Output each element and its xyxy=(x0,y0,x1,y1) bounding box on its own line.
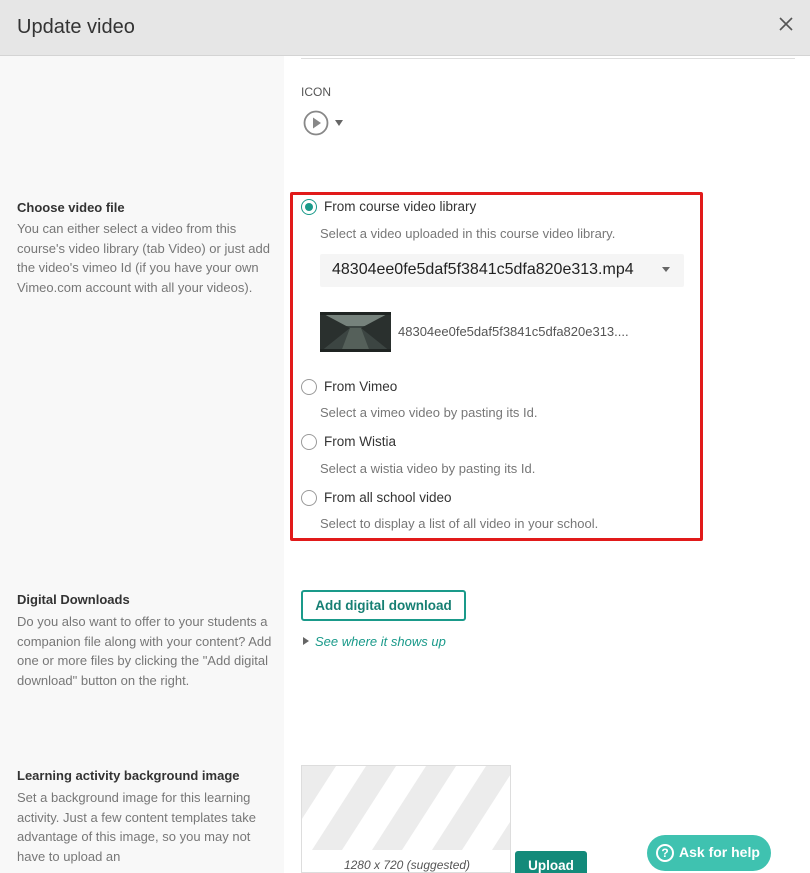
radio-label: From all school video xyxy=(324,490,452,505)
radio-button[interactable] xyxy=(301,434,317,450)
update-video-modal: Update video ICON Choose video file You … xyxy=(0,0,810,873)
see-where-label: See where it shows up xyxy=(315,634,446,649)
help-label: Ask for help xyxy=(679,844,760,860)
upload-button[interactable]: Upload xyxy=(515,851,587,873)
play-circle-icon xyxy=(303,110,329,136)
modal-header: Update video xyxy=(0,0,810,56)
video-file-description: You can either select a video from this … xyxy=(17,221,270,295)
digital-downloads-description: Do you also want to offer to your studen… xyxy=(17,614,272,688)
video-file-select[interactable]: 48304ee0fe5daf5f3841c5dfa820e313.mp4 xyxy=(320,254,684,287)
radio-button[interactable] xyxy=(301,490,317,506)
modal-title: Update video xyxy=(17,16,135,38)
see-where-link[interactable]: See where it shows up xyxy=(303,634,446,649)
radio-label: From course video library xyxy=(324,199,477,214)
description-column xyxy=(0,56,284,873)
chevron-down-icon xyxy=(335,120,343,126)
radio-button[interactable] xyxy=(301,199,317,215)
icon-label: ICON xyxy=(301,85,331,99)
thumbnail-filename: 48304ee0fe5daf5f3841c5dfa820e313.... xyxy=(398,324,629,339)
background-image-preview: 1280 x 720 (suggested) xyxy=(301,765,511,873)
radio-button[interactable] xyxy=(301,379,317,395)
add-digital-download-button[interactable]: Add digital download xyxy=(301,590,466,621)
divider xyxy=(301,58,795,59)
radio-help-text: Select a wistia video by pasting its Id. xyxy=(320,461,536,476)
selected-file: 48304ee0fe5daf5f3841c5dfa820e313.mp4 xyxy=(332,261,634,278)
radio-help-text: Select a vimeo video by pasting its Id. xyxy=(320,405,538,420)
image-size-caption: 1280 x 720 (suggested) xyxy=(343,858,471,872)
background-image-title: Learning activity background image xyxy=(17,768,240,783)
placeholder-stripes xyxy=(302,766,510,850)
icon-picker[interactable] xyxy=(303,109,348,137)
radio-help-text: Select to display a list of all video in… xyxy=(320,516,599,531)
radio-label: From Vimeo xyxy=(324,379,398,394)
caret-down-icon xyxy=(662,267,670,272)
video-thumbnail xyxy=(320,312,391,352)
triangle-right-icon xyxy=(303,637,309,645)
radio-label: From Wistia xyxy=(324,434,396,449)
highlight-box xyxy=(290,192,703,541)
video-file-title: Choose video file xyxy=(17,200,125,215)
close-icon[interactable] xyxy=(778,14,794,34)
background-image-description: Set a background image for this learning… xyxy=(17,790,256,864)
ask-for-help-button[interactable]: ? Ask for help xyxy=(647,835,771,871)
digital-downloads-title: Digital Downloads xyxy=(17,592,130,607)
question-circle-icon: ? xyxy=(656,844,674,862)
radio-help-text: Select a video uploaded in this course v… xyxy=(320,226,616,241)
